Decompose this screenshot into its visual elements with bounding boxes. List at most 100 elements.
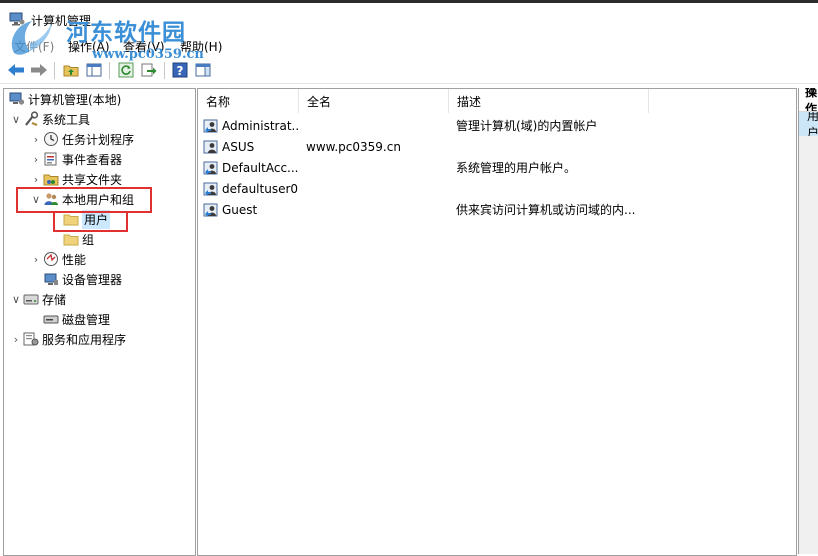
- user-name: ASUS: [222, 139, 255, 154]
- tree-item-label: 性能: [62, 252, 87, 267]
- up-folder-icon[interactable]: [62, 61, 80, 79]
- folder-icon: [62, 231, 79, 247]
- show-hide-tree-icon[interactable]: [85, 61, 103, 79]
- user-full-name: [306, 115, 449, 136]
- user-icon: [203, 181, 219, 197]
- tree-item-disk-management[interactable]: 磁盘管理: [42, 309, 110, 329]
- list-item[interactable]: defaultuser0: [198, 178, 796, 199]
- disk-icon: [42, 311, 59, 327]
- user-name: Administrat...: [222, 118, 299, 133]
- user-icon: [203, 139, 219, 155]
- tree-item-users[interactable]: 用户: [62, 209, 111, 229]
- tree-item-label: 服务和应用程序: [42, 332, 127, 347]
- tree-item-label: 共享文件夹: [62, 172, 123, 187]
- user-icon: [203, 160, 219, 176]
- tree-item-label: 任务计划程序: [62, 132, 135, 147]
- refresh-icon[interactable]: [117, 61, 135, 79]
- tree-item-storage[interactable]: ∨ 存储: [10, 289, 66, 309]
- tree-item-groups[interactable]: 组: [62, 229, 94, 249]
- list-item[interactable]: DefaultAcc... 系统管理的用户帐户。: [198, 157, 796, 178]
- user-full-name: [306, 157, 449, 178]
- tree-item-label: 设备管理器: [62, 272, 123, 287]
- tree-item-performance[interactable]: › 性能: [30, 249, 86, 269]
- tree-item-label: 系统工具: [42, 112, 91, 127]
- tree-item-label: 事件查看器: [62, 152, 123, 167]
- event-viewer-icon: [42, 151, 59, 167]
- tree-item-event-viewer[interactable]: › 事件查看器: [30, 149, 122, 169]
- tree-item-label: 组: [82, 232, 95, 247]
- toolbar-separator: [54, 62, 55, 79]
- tree-item-label: 用户: [82, 209, 111, 229]
- tree-item-system-tools[interactable]: ∨ 系统工具: [10, 109, 90, 129]
- list-item[interactable]: Administrat... 管理计算机(域)的内置帐户: [198, 115, 796, 136]
- user-description: [456, 178, 786, 199]
- tree-item-label: 存储: [42, 292, 67, 307]
- device-manager-icon: [42, 271, 59, 287]
- user-description: [456, 136, 786, 157]
- user-name: Guest: [222, 202, 258, 217]
- actions-header: 操作: [799, 88, 818, 112]
- performance-icon: [42, 251, 59, 267]
- actions-pane: 操作 用户: [798, 88, 818, 554]
- menu-action[interactable]: 操作(A): [68, 38, 110, 55]
- tree-item-task-scheduler[interactable]: › 任务计划程序: [30, 129, 134, 149]
- menu-file[interactable]: 文件(F): [14, 38, 54, 55]
- user-icon: [203, 118, 219, 134]
- menu-view[interactable]: 查看(V): [123, 38, 165, 55]
- toolbar: ?: [0, 58, 818, 84]
- shared-folder-icon: [42, 171, 59, 187]
- export-list-icon[interactable]: [140, 61, 158, 79]
- column-header-name[interactable]: 名称: [198, 89, 299, 113]
- tree-item-services-apps[interactable]: › 服务和应用程序: [10, 329, 126, 349]
- list-item[interactable]: ASUS www.pc0359.cn: [198, 136, 796, 157]
- user-name: DefaultAcc...: [222, 160, 299, 175]
- action-item-users[interactable]: 用户: [799, 112, 818, 136]
- users-group-icon: [42, 191, 59, 207]
- forward-arrow-icon[interactable]: [30, 61, 48, 79]
- chevron-right-icon[interactable]: ›: [10, 329, 22, 349]
- chevron-down-icon[interactable]: ∨: [10, 289, 22, 309]
- menu-bar: 文件(F) 操作(A) 查看(V) 帮助(H): [0, 36, 818, 56]
- chevron-right-icon[interactable]: ›: [30, 149, 42, 169]
- tree-item-label: 本地用户和组: [62, 192, 135, 207]
- column-header-description[interactable]: 描述: [449, 89, 649, 113]
- user-description: 系统管理的用户帐户。: [456, 161, 577, 175]
- menu-help[interactable]: 帮助(H): [180, 38, 222, 55]
- chevron-right-icon[interactable]: ›: [30, 169, 42, 189]
- help-icon[interactable]: ?: [171, 61, 189, 79]
- user-full-name: [306, 178, 449, 199]
- toolbar-separator: [109, 62, 110, 79]
- chevron-right-icon[interactable]: ›: [30, 129, 42, 149]
- chevron-right-icon[interactable]: ›: [30, 249, 42, 269]
- title-bar: 计算机管理: [0, 3, 818, 33]
- svg-text:?: ?: [177, 64, 184, 78]
- storage-icon: [22, 291, 39, 307]
- navigation-tree: 计算机管理(本地) ∨ 系统工具 › 任务计划程序 › 事件查看器 › 共享文件…: [3, 88, 196, 556]
- services-icon: [22, 331, 39, 347]
- chevron-down-icon[interactable]: ∨: [10, 109, 22, 129]
- clock-icon: [42, 131, 59, 147]
- tools-icon: [22, 111, 39, 127]
- user-list-pane: 名称 全名 描述 Administrat... 管理计算机(域)的内置帐户 AS…: [197, 88, 797, 556]
- user-name: defaultuser0: [222, 181, 299, 196]
- back-arrow-icon[interactable]: [7, 61, 25, 79]
- chevron-down-icon[interactable]: ∨: [30, 189, 42, 209]
- tree-item-label: 磁盘管理: [62, 312, 111, 327]
- column-header-full-name[interactable]: 全名: [299, 89, 449, 113]
- user-full-name: www.pc0359.cn: [306, 139, 401, 154]
- tree-item-shared-folders[interactable]: › 共享文件夹: [30, 169, 122, 189]
- user-icon: [203, 202, 219, 218]
- show-hide-action-pane-icon[interactable]: [194, 61, 212, 79]
- tree-item-computer-management[interactable]: 计算机管理(本地): [8, 89, 121, 109]
- list-item[interactable]: Guest 供来宾访问计算机或访问域的内...: [198, 199, 796, 220]
- user-full-name: [306, 199, 449, 220]
- user-description: 管理计算机(域)的内置帐户: [456, 119, 598, 133]
- window-title: 计算机管理: [31, 14, 92, 28]
- tree-item-local-users-groups[interactable]: ∨ 本地用户和组: [30, 189, 134, 209]
- toolbar-separator: [164, 62, 165, 79]
- user-description: 供来宾访问计算机或访问域的内...: [456, 203, 636, 217]
- tree-item-label: 计算机管理(本地): [28, 92, 122, 107]
- computer-management-icon: [9, 12, 25, 26]
- folder-icon: [62, 211, 79, 227]
- tree-item-device-manager[interactable]: 设备管理器: [42, 269, 122, 289]
